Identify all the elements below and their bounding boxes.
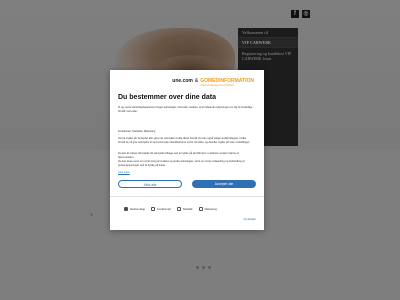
intro-text: Vi og vores samarbejdspartnere bruger te… — [118, 106, 253, 113]
side-menu-description: Registrering og kundekort VIP CARWERK fr… — [242, 51, 292, 61]
partner-tagline: A Brand Management Platform — [200, 84, 235, 87]
carousel-dot[interactable] — [196, 266, 199, 269]
brand-logo: une.com & GOMEDINFORMATION A Brand Manag… — [172, 78, 254, 87]
checkbox-necessary[interactable]: Nødvendige — [124, 207, 145, 211]
reject-all-button[interactable]: Afvis alle — [118, 180, 182, 188]
carousel-dots — [196, 266, 211, 269]
checkbox-label: Marketing — [204, 207, 217, 211]
checkbox-box[interactable] — [151, 207, 156, 211]
slide-marker — [90, 213, 93, 216]
consent-paragraph: Ved at trykke på 'Accepter alle' giver d… — [118, 137, 251, 144]
carousel-dot[interactable] — [202, 266, 205, 269]
side-menu-item-welcome[interactable]: Velkommen til — [238, 28, 298, 38]
show-details-link[interactable]: Vis detaljer — [243, 218, 256, 221]
consent-checkboxes: Nødvendige Funktionelt Statistik Marketi… — [124, 207, 217, 211]
checkbox-label: Funktionelt — [157, 207, 171, 211]
checkbox-box[interactable] — [124, 207, 128, 211]
checkbox-box[interactable] — [176, 207, 181, 211]
brand-ampersand: & — [194, 78, 199, 84]
info-paragraph: Du kan læse mere om vores brug af cookie… — [118, 160, 245, 167]
side-menu-item-vip[interactable]: VIP CARWERK — [238, 38, 298, 48]
divider — [110, 196, 264, 197]
checkbox-box[interactable] — [198, 207, 203, 211]
checkbox-marketing[interactable]: Marketing — [198, 207, 217, 211]
carousel-dot[interactable] — [208, 266, 211, 269]
facebook-icon[interactable]: f — [291, 10, 299, 18]
dialog-title: Du bestemmer over dine data — [118, 94, 217, 101]
instagram-icon[interactable]: ◎ — [302, 10, 310, 18]
accept-all-button[interactable]: Accepter alle — [192, 180, 256, 188]
checkbox-label: Nødvendige — [130, 207, 146, 211]
cookie-consent-dialog: une.com & GOMEDINFORMATION A Brand Manag… — [110, 70, 264, 230]
checkbox-functional[interactable]: Funktionelt — [151, 207, 171, 211]
withdraw-paragraph: Du kan til enhver tid trække dit samtykk… — [118, 152, 239, 159]
read-more-link[interactable]: Læs mere — [118, 171, 130, 174]
checkbox-statistics[interactable]: Statistik — [176, 207, 193, 211]
checkbox-label: Statistik — [182, 207, 193, 211]
purposes-list: Funktionelt, Statistisk, Marketing — [118, 130, 156, 133]
partner-logo: GOMEDINFORMATION A Brand Management Plat… — [200, 78, 254, 87]
brand-name: une.com — [172, 78, 193, 84]
